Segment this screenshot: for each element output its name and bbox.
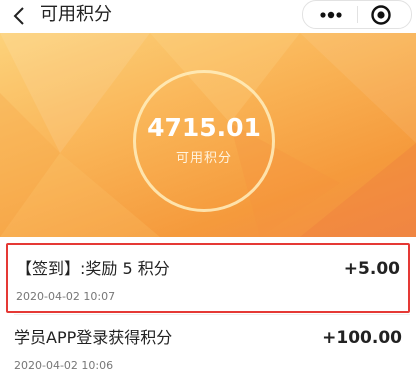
page-title: 可用积分 — [40, 4, 112, 25]
record-time: 2020-04-02 10:07 — [16, 290, 116, 303]
record-amount: +100.00 — [322, 328, 402, 348]
chevron-left-icon[interactable] — [10, 6, 30, 26]
record-time: 2020-04-02 10:06 — [14, 359, 114, 372]
record-title: 学员APP登录获得积分 — [14, 328, 173, 347]
record-title: 【签到】:奖励 5 积分 — [16, 259, 170, 278]
navigation-bar: 可用积分 — [0, 0, 416, 33]
available-points-label: 可用积分 — [175, 151, 232, 166]
points-record-item[interactable]: 【签到】:奖励 5 积分 +5.00 2020-04-02 10:07 — [6, 243, 410, 313]
available-points-value: 4715.01 — [147, 113, 261, 142]
record-amount: +5.00 — [343, 259, 400, 279]
list-divider — [14, 314, 410, 315]
points-record-item[interactable]: 学员APP登录获得积分 +100.00 2020-04-02 10:06 — [6, 317, 410, 389]
capsule-divider — [357, 6, 358, 23]
more-dots-icon[interactable] — [317, 6, 345, 23]
target-close-icon[interactable] — [370, 4, 392, 26]
mini-program-capsule — [302, 0, 412, 29]
